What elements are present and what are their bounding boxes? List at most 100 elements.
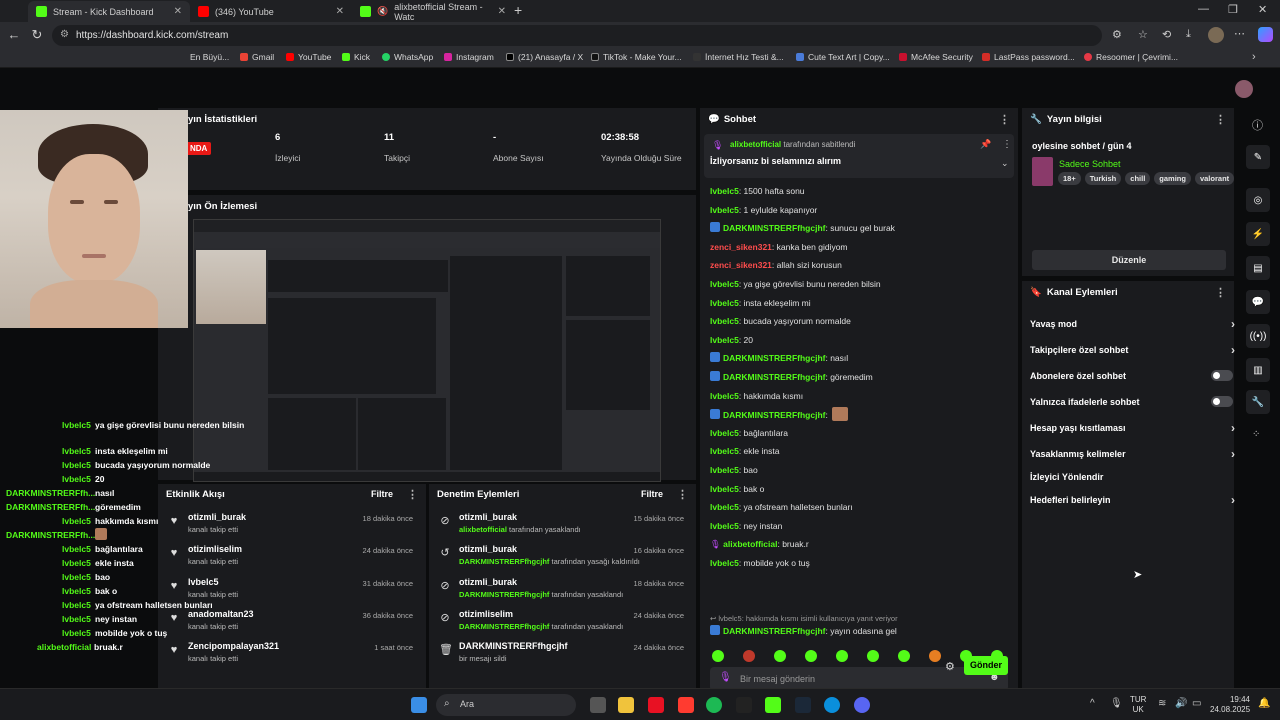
chat-user[interactable]: lvbelc5 [710, 298, 739, 308]
mod-target[interactable]: otizimliselim [459, 609, 513, 619]
downloads-icon[interactable]: ⤓ [1186, 28, 1191, 41]
emote-icon[interactable] [836, 650, 848, 662]
channel-action-item[interactable]: Hedefleri belirleyin › [1030, 493, 1235, 507]
mod-actor[interactable]: alixbetofficial [459, 525, 507, 534]
stream-preview-video[interactable] [193, 219, 661, 482]
bookmark-x[interactable]: (21) Anasayfa / X [506, 52, 583, 62]
camera-icon[interactable]: ◎ [1246, 188, 1270, 212]
emote-icon[interactable] [867, 650, 879, 662]
settings-gear-icon[interactable]: ⚙ [945, 660, 955, 673]
emote-icon[interactable] [774, 650, 786, 662]
more-icon[interactable]: ⋮ [999, 113, 1010, 126]
feed-user[interactable]: otizimliselim [188, 544, 242, 554]
tag[interactable]: chill [1125, 172, 1151, 185]
mod-target[interactable]: DARKMINSTRERFfhgcjhf [459, 641, 568, 651]
bookmark-speedtest[interactable]: İnternet Hız Testi &... [693, 52, 784, 62]
chat-icon[interactable]: 💬 [1246, 290, 1270, 314]
favorites-icon[interactable]: ☆ [1138, 28, 1148, 41]
toggle-switch[interactable] [1211, 370, 1233, 381]
close-icon[interactable]: ✕ [336, 6, 344, 17]
toggle-switch[interactable] [1211, 396, 1233, 407]
more-icon[interactable]: ⋮ [1215, 113, 1226, 126]
bookmark-youtube[interactable]: YouTube [286, 52, 331, 62]
bookmark-whatsapp[interactable]: WhatsApp [382, 52, 433, 62]
close-window-button[interactable]: ✕ [1258, 3, 1267, 16]
mod-target[interactable]: otizmli_burak [459, 512, 517, 522]
chat-user[interactable]: lvbelc5 [710, 502, 739, 512]
kick-icon[interactable] [765, 697, 781, 713]
lightning-icon[interactable]: ⚡ [1246, 222, 1270, 246]
spotify-icon[interactable] [706, 697, 722, 713]
widgets-icon[interactable]: ⁘ [1252, 429, 1260, 440]
broadcast-icon[interactable]: ((•)) [1246, 324, 1270, 348]
app-icon[interactable] [648, 697, 664, 713]
emote-icon[interactable] [898, 650, 910, 662]
chat-user[interactable]: lvbelc5 [710, 186, 739, 196]
microphone-icon[interactable]: 🎙 [1110, 698, 1123, 709]
mod-actor[interactable]: DARKMINSTRERFfhgcjhf [459, 622, 549, 631]
new-tab-button[interactable]: + [514, 2, 522, 18]
tab-watch-stream[interactable]: 🔇 alixbetofficial Stream - Watc ✕ [352, 1, 514, 22]
emote-icon[interactable] [929, 650, 941, 662]
site-info-icon[interactable]: ⚙ [60, 29, 69, 40]
chat-user[interactable]: lvbelc5 [710, 279, 739, 289]
profile-avatar[interactable] [1208, 27, 1224, 43]
layers-icon[interactable]: ▥ [1246, 358, 1270, 382]
history-icon[interactable]: ⟲ [1162, 28, 1171, 41]
taskbar-search[interactable]: ⌕ Ara [436, 694, 576, 716]
chat-user[interactable]: DARKMINSTRERFfhgcjhf [723, 372, 825, 382]
copilot-icon[interactable] [1258, 27, 1273, 42]
chat-user[interactable]: zenci_siken321 [710, 260, 772, 270]
emote-icon[interactable] [743, 650, 755, 662]
bookmark-instagram[interactable]: Instagram [444, 52, 494, 62]
chat-user[interactable]: DARKMINSTRERFfhgcjhf [723, 353, 825, 363]
channel-action-item[interactable]: Takipçilere özel sohbet › [1030, 343, 1235, 357]
category-link[interactable]: Sadece Sohbet [1059, 159, 1121, 169]
edit-button[interactable]: Düzenle [1032, 250, 1226, 270]
close-icon[interactable]: ✕ [174, 6, 182, 17]
chevron-up-icon[interactable]: ^ [1090, 698, 1095, 709]
bookmark-lastpass[interactable]: LastPass password... [982, 52, 1075, 62]
clipboard-icon[interactable]: ▤ [1246, 256, 1270, 280]
tag[interactable]: gaming [1154, 172, 1191, 185]
info-icon[interactable]: ⓘ [1252, 117, 1263, 133]
feed-user[interactable]: otizmli_burak [188, 512, 246, 522]
mod-target[interactable]: otizmli_burak [459, 544, 517, 554]
feed-user[interactable]: lvbelc5 [188, 577, 219, 587]
chevron-down-icon[interactable]: ⌄ [1001, 158, 1009, 169]
bookmark-cutetext[interactable]: Cute Text Art | Copy... [796, 52, 890, 62]
maximize-button[interactable]: ❐ [1228, 3, 1238, 16]
chat-user[interactable]: DARKMINSTRERFfhgcjhf [723, 626, 825, 636]
more-icon[interactable]: ⋮ [1215, 286, 1226, 299]
channel-action-item[interactable]: Yasaklanmış kelimeler › [1030, 447, 1235, 461]
feed-user[interactable]: Zencipompalayan321 [188, 641, 279, 651]
volume-icon[interactable]: 🔊 [1175, 698, 1187, 709]
channel-action-item[interactable]: İzleyici Yönlendir [1030, 472, 1230, 482]
chat-user[interactable]: DARKMINSTRERFfhgcjhf [723, 410, 825, 420]
edge-icon[interactable] [824, 697, 840, 713]
minimize-button[interactable]: — [1198, 3, 1209, 15]
filter-button[interactable]: Filtre [641, 489, 663, 499]
pin-icon[interactable]: 📌 [980, 139, 991, 150]
chat-user[interactable]: lvbelc5 [710, 521, 739, 531]
bookmark-mcafee[interactable]: McAfee Security [899, 52, 973, 62]
tab-youtube[interactable]: (346) YouTube ✕ [190, 1, 352, 22]
clock[interactable]: 19:44 24.08.2025 [1210, 695, 1250, 715]
chat-user[interactable]: zenci_siken321 [710, 242, 772, 252]
chat-user[interactable]: DARKMINSTRERFfhgcjhf [723, 223, 825, 233]
edit-icon[interactable]: ✎ [1246, 145, 1270, 169]
channel-action-item[interactable]: Hesap yaşı kısıtlaması › [1030, 421, 1235, 435]
channel-action-item[interactable]: Abonelere özel sohbet [1030, 370, 1233, 381]
send-button[interactable]: Gönder [964, 656, 1008, 675]
tag[interactable]: 18+ [1058, 172, 1081, 185]
more-icon[interactable]: ⋮ [407, 488, 418, 501]
chevron-right-icon[interactable]: › [1252, 51, 1256, 63]
tab-kick-dashboard[interactable]: Stream - Kick Dashboard ✕ [28, 1, 190, 22]
bookmark-resoomer[interactable]: Resoomer | Çevrimi... [1084, 52, 1178, 62]
chat-user[interactable]: lvbelc5 [710, 558, 739, 568]
mute-icon[interactable]: 🔇 [377, 6, 388, 17]
address-bar[interactable]: ⚙ https://dashboard.kick.com/stream [52, 25, 1102, 46]
mod-actor[interactable]: DARKMINSTRERFfhgcjhf [459, 590, 549, 599]
emote-icon[interactable] [805, 650, 817, 662]
tag[interactable]: valorant [1194, 172, 1235, 185]
